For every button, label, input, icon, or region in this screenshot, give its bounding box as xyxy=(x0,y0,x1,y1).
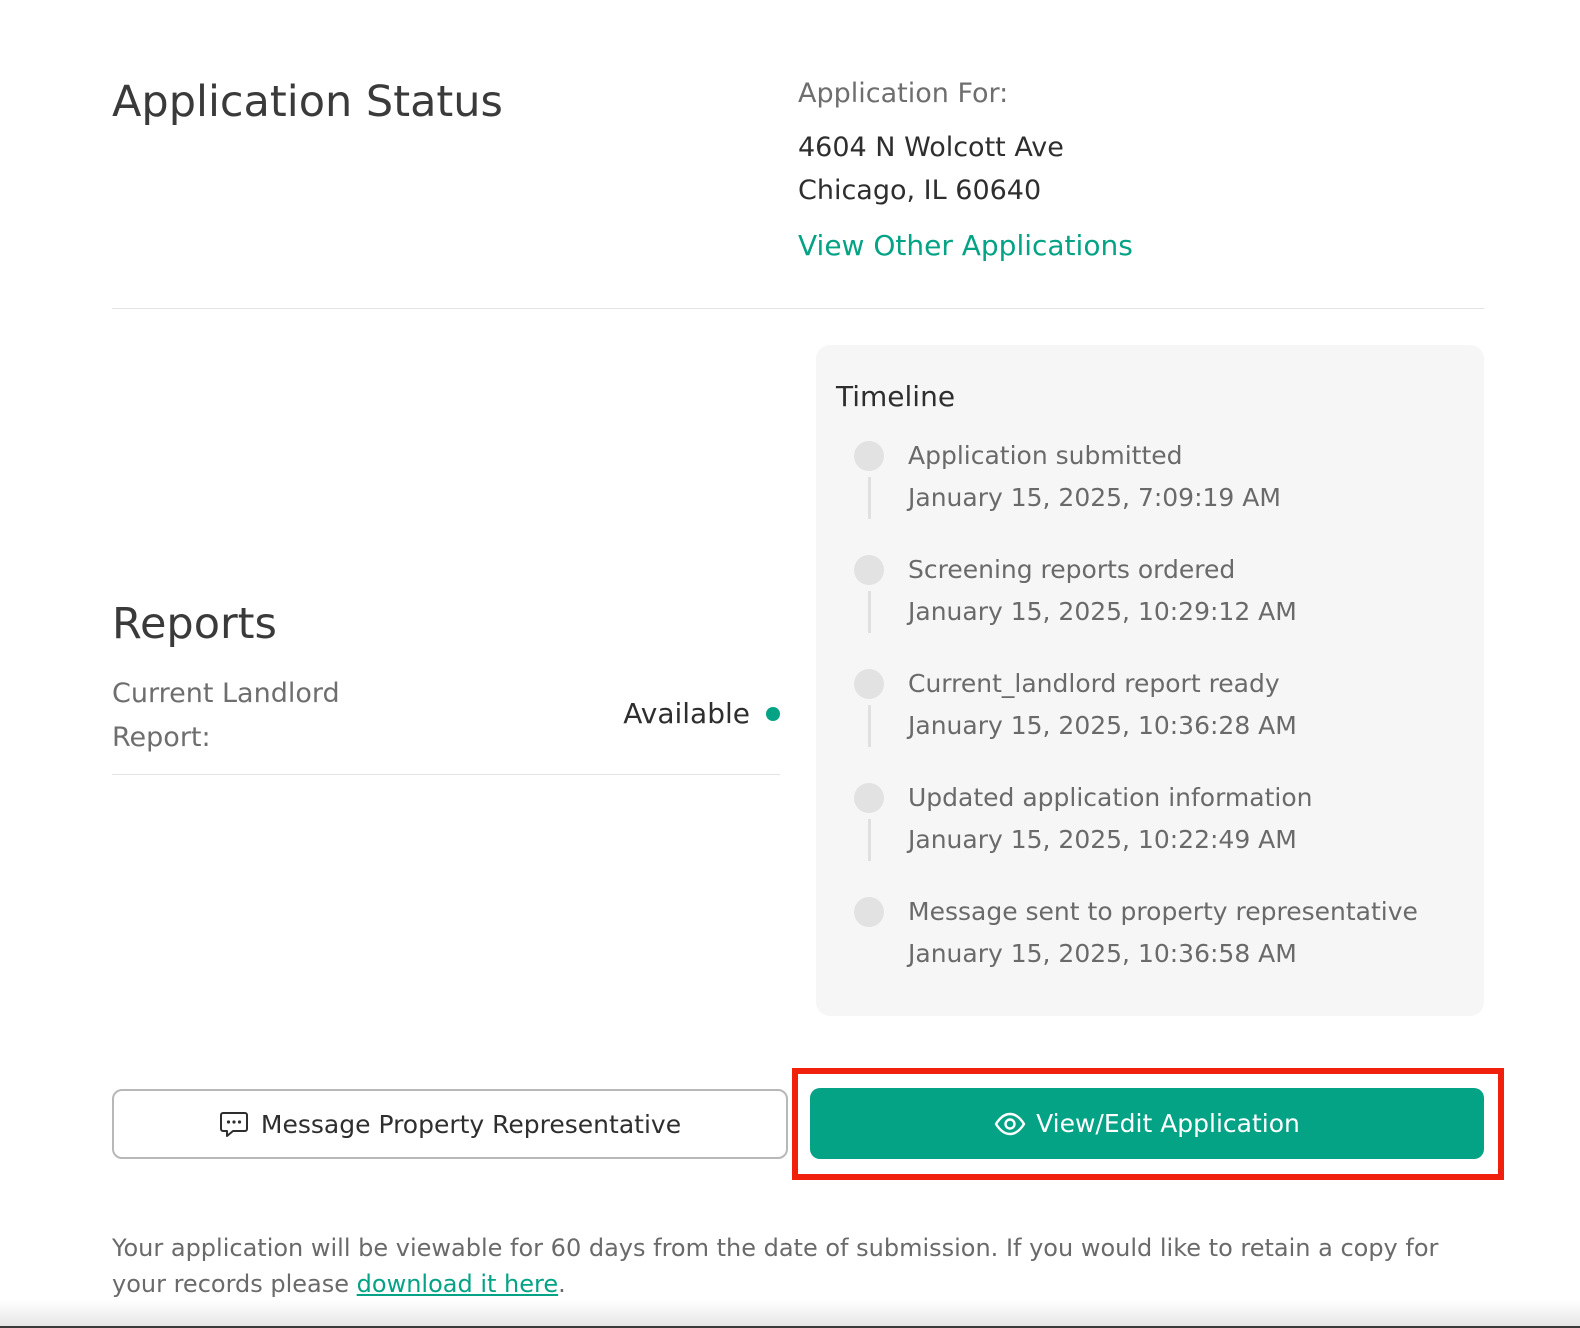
view-edit-button-label: View/Edit Application xyxy=(1036,1109,1300,1138)
timeline-dot-icon xyxy=(854,897,884,927)
timeline-title: Timeline xyxy=(836,380,956,413)
footer-note-end: . xyxy=(558,1270,566,1298)
timeline-connector xyxy=(868,477,871,519)
report-status: Available xyxy=(623,692,780,736)
timeline-dot-icon xyxy=(854,783,884,813)
status-dot-icon xyxy=(766,707,780,721)
view-other-applications-link[interactable]: View Other Applications xyxy=(798,226,1133,266)
timeline-date: January 15, 2025, 10:29:12 AM xyxy=(908,597,1297,626)
timeline-event: Updated application information xyxy=(908,783,1313,812)
application-status-page: Application Status Application For: 4604… xyxy=(0,0,1580,1328)
application-for-label: Application For: xyxy=(798,78,1009,109)
timeline-card: Timeline Application submitted January 1… xyxy=(816,345,1484,1016)
chat-bubble-icon xyxy=(219,1109,249,1139)
timeline-date: January 15, 2025, 10:36:28 AM xyxy=(908,711,1297,740)
timeline-item: Message sent to property representative … xyxy=(836,897,1464,1011)
message-property-representative-button[interactable]: Message Property Representative xyxy=(112,1089,788,1159)
timeline-event: Application submitted xyxy=(908,441,1183,470)
application-for-section: Application For: 4604 N Wolcott Ave Chic… xyxy=(798,74,1478,266)
timeline-item: Updated application information January … xyxy=(836,783,1464,897)
page-title: Application Status xyxy=(112,77,503,127)
footer-note: Your application will be viewable for 60… xyxy=(112,1230,1492,1302)
report-row: Current Landlord Report: Available xyxy=(112,672,780,775)
section-divider xyxy=(112,308,1484,309)
footer-note-text: Your application will be viewable for 60… xyxy=(112,1234,1439,1298)
timeline-event: Screening reports ordered xyxy=(908,555,1236,584)
timeline-date: January 15, 2025, 7:09:19 AM xyxy=(908,483,1281,512)
reports-section: Reports Current Landlord Report: Availab… xyxy=(112,596,780,775)
timeline-item: Screening reports ordered January 15, 20… xyxy=(836,555,1464,669)
address-line-1: 4604 N Wolcott Ave xyxy=(798,132,1064,163)
download-link[interactable]: download it here xyxy=(357,1270,558,1298)
timeline-connector xyxy=(868,819,871,861)
timeline-connector xyxy=(868,591,871,633)
eye-icon xyxy=(994,1108,1026,1140)
report-label: Current Landlord Report: xyxy=(112,678,340,753)
timeline-event: Message sent to property representative xyxy=(908,897,1418,926)
address-line-2: Chicago, IL 60640 xyxy=(798,175,1042,206)
timeline-dot-icon xyxy=(854,555,884,585)
timeline-dot-icon xyxy=(854,669,884,699)
view-edit-application-button[interactable]: View/Edit Application xyxy=(810,1088,1484,1159)
timeline-connector xyxy=(868,705,871,747)
timeline-date: January 15, 2025, 10:36:58 AM xyxy=(908,939,1297,968)
timeline-item: Current_landlord report ready January 15… xyxy=(836,669,1464,783)
bottom-shadow xyxy=(0,1300,1580,1328)
timeline-event: Current_landlord report ready xyxy=(908,669,1280,698)
reports-title: Reports xyxy=(112,599,277,649)
timeline-item: Application submitted January 15, 2025, … xyxy=(836,441,1464,555)
report-status-text: Available xyxy=(623,697,750,730)
timeline-dot-icon xyxy=(854,441,884,471)
timeline-date: January 15, 2025, 10:22:49 AM xyxy=(908,825,1297,854)
message-button-label: Message Property Representative xyxy=(260,1109,682,1139)
